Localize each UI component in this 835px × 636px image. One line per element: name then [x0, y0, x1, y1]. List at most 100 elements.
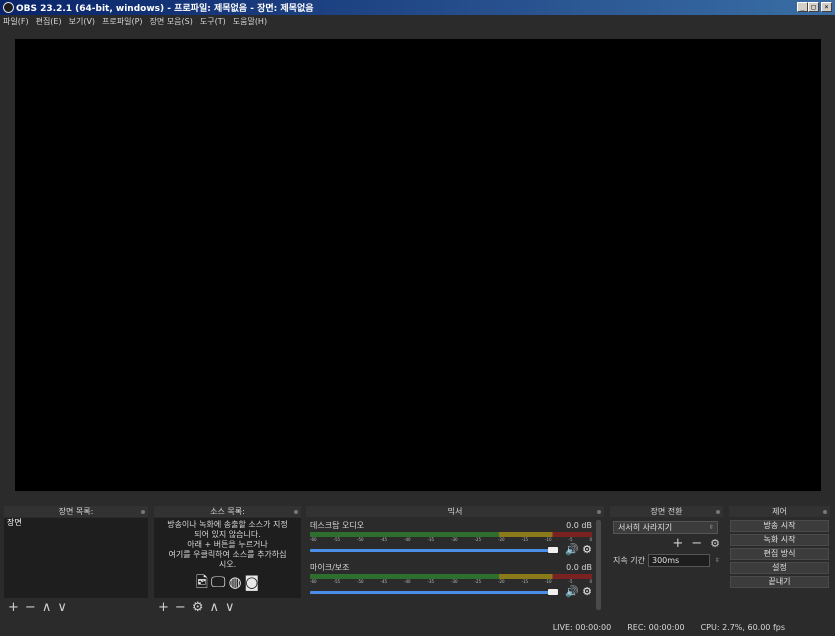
duration-spinbox[interactable]: 300ms ⇳ [647, 554, 720, 567]
dock-float-icon[interactable] [716, 510, 720, 514]
obs-logo-icon [3, 2, 14, 13]
title-bar: OBS 23.2.1 (64-bit, windows) - 프로파일: 제목없… [0, 0, 835, 15]
sources-dock-header: 소스 목록: [154, 506, 301, 517]
dock-float-icon[interactable] [141, 510, 145, 514]
transitions-body: 서서히 사라지기 ⇳ + − ⚙ 지속 기간 300ms ⇳ [610, 518, 723, 616]
controls-dock-title: 제어 [772, 507, 787, 516]
tick-label: -55 [333, 537, 341, 542]
tick-label: -35 [427, 579, 435, 584]
menu-view[interactable]: 보기(V) [69, 16, 95, 27]
volume-slider-handle[interactable] [548, 589, 559, 595]
tick-label: -10 [545, 579, 552, 584]
plus-icon[interactable]: + [8, 601, 19, 614]
start-streaming-button[interactable]: 방송 시작 [730, 520, 829, 532]
studio-mode-button[interactable]: 편집 방식 [730, 548, 829, 560]
tick-label: -50 [357, 537, 364, 542]
tick-label: -40 [404, 579, 411, 584]
tick-label: -40 [404, 537, 411, 542]
sources-dock-title: 소스 목록: [210, 507, 245, 516]
meter-ticks: -60 -55 -50 -45 -40 -35 -30 -25 -20 -15 … [310, 579, 592, 585]
mixer-body: 데스크탑 오디오 0.0 dB -60 -55 -50 -45 -40 -35 … [306, 518, 604, 616]
volume-meter [310, 532, 592, 537]
tick-label: -25 [474, 537, 482, 542]
down-arrow-icon[interactable]: ∨ [225, 601, 235, 614]
volume-meter [310, 574, 592, 579]
start-recording-button[interactable]: 녹화 시작 [730, 534, 829, 546]
rec-status: REC: 00:00:00 [627, 622, 685, 632]
tick-label: -25 [474, 579, 482, 584]
minus-icon[interactable]: − [175, 601, 186, 614]
tick-label: -60 [310, 537, 317, 542]
tick-label: -30 [451, 537, 458, 542]
tick-label: -20 [498, 537, 505, 542]
dock-float-icon[interactable] [294, 510, 298, 514]
transitions-dock-header: 장면 전환 [610, 506, 723, 517]
menu-profile[interactable]: 프로파일(P) [102, 16, 143, 27]
tick-label: -20 [498, 579, 505, 584]
source-list[interactable]: 방송이나 녹화에 송출할 소스가 지정 되어 있지 않습니다. 아래 + 버튼을… [154, 518, 301, 598]
duration-row: 지속 기간 300ms ⇳ [613, 554, 720, 567]
channel-level: 0.0 dB [566, 563, 592, 572]
gear-icon[interactable]: ⚙ [192, 601, 204, 614]
tick-label: -10 [545, 537, 552, 542]
scene-list[interactable]: 장면 [4, 518, 148, 598]
source-type-icons: 🖻 🖵 ◍ ◙ [154, 574, 301, 590]
tick-label: -45 [380, 537, 388, 542]
transitions-dock-title: 장면 전환 [650, 507, 683, 516]
controls-dock-header: 제어 [729, 506, 830, 517]
plus-icon[interactable]: + [672, 537, 683, 550]
mixer-dock: 믹서 데스크탑 오디오 0.0 dB -60 -55 -50 -45 -40 -… [306, 506, 604, 616]
updown-arrow-icon[interactable]: ⇳ [715, 555, 720, 566]
mixer-dock-header: 믹서 [306, 506, 604, 517]
settings-button[interactable]: 설정 [730, 562, 829, 574]
gear-icon[interactable]: ⚙ [710, 537, 720, 550]
channel-name: 데스크탑 오디오 [310, 521, 365, 530]
hint-line: 되어 있지 않습니다. [194, 530, 261, 539]
tick-label: -30 [451, 579, 458, 584]
transition-tools: + − ⚙ [672, 537, 720, 550]
hint-line: 아래 + 버튼을 누르거나 [187, 540, 268, 549]
dock-float-icon[interactable] [597, 510, 601, 514]
menu-scene-collection[interactable]: 장면 모음(S) [150, 16, 193, 27]
dock-float-icon[interactable] [823, 510, 827, 514]
preview-canvas[interactable] [15, 39, 821, 491]
menu-file[interactable]: 파일(F) [3, 16, 29, 27]
menu-edit[interactable]: 편집(E) [36, 16, 62, 27]
menu-help[interactable]: 도움말(H) [233, 16, 267, 27]
menu-tools[interactable]: 도구(T) [200, 16, 226, 27]
live-status: LIVE: 00:00:00 [552, 622, 612, 632]
tick-label: -15 [521, 537, 529, 542]
audio-channel-desktop: 데스크탑 오디오 0.0 dB -60 -55 -50 -45 -40 -35 … [310, 521, 592, 556]
speaker-icon[interactable]: 🔊 [565, 586, 579, 598]
minus-icon[interactable]: − [691, 537, 702, 550]
gear-icon[interactable]: ⚙ [582, 544, 592, 556]
volume-slider[interactable] [310, 548, 557, 552]
scenes-toolbar: + − ∧ ∨ [4, 598, 148, 616]
transition-select[interactable]: 서서히 사라지기 ⇳ [613, 521, 718, 534]
mixer-scrollbar[interactable] [596, 520, 601, 610]
volume-slider-handle[interactable] [548, 547, 559, 553]
close-button[interactable]: × [821, 2, 832, 12]
up-arrow-icon[interactable]: ∧ [209, 601, 219, 614]
scene-item[interactable]: 장면 [4, 518, 148, 528]
minus-icon[interactable]: − [25, 601, 36, 614]
cpu-status: CPU: 2.7%, 60.00 fps [700, 622, 785, 632]
tick-label: -60 [310, 579, 317, 584]
sources-dock: 소스 목록: 방송이나 녹화에 송출할 소스가 지정 되어 있지 않습니다. 아… [154, 506, 301, 616]
exit-button[interactable]: 끝내기 [730, 576, 829, 588]
camera-icon: ◙ [244, 573, 260, 591]
volume-slider[interactable] [310, 590, 557, 594]
plus-icon[interactable]: + [158, 601, 169, 614]
gear-icon[interactable]: ⚙ [582, 586, 592, 598]
maximize-button[interactable]: □ [808, 2, 819, 12]
volume-fader-row: 🔊 ⚙ [310, 544, 592, 556]
scenes-dock: 장면 목록: 장면 + − ∧ ∨ [4, 506, 148, 616]
down-arrow-icon[interactable]: ∨ [57, 601, 67, 614]
meter-ticks: -60 -55 -50 -45 -40 -35 -30 -25 -20 -15 … [310, 537, 592, 543]
duration-value: 300ms [651, 556, 680, 565]
minimize-button[interactable]: _ [797, 2, 808, 12]
sources-toolbar: + − ⚙ ∧ ∨ [154, 598, 301, 616]
speaker-icon[interactable]: 🔊 [565, 544, 579, 556]
up-arrow-icon[interactable]: ∧ [42, 601, 52, 614]
hint-line: 여기를 우클릭하여 소스를 추가하십 [168, 550, 287, 559]
